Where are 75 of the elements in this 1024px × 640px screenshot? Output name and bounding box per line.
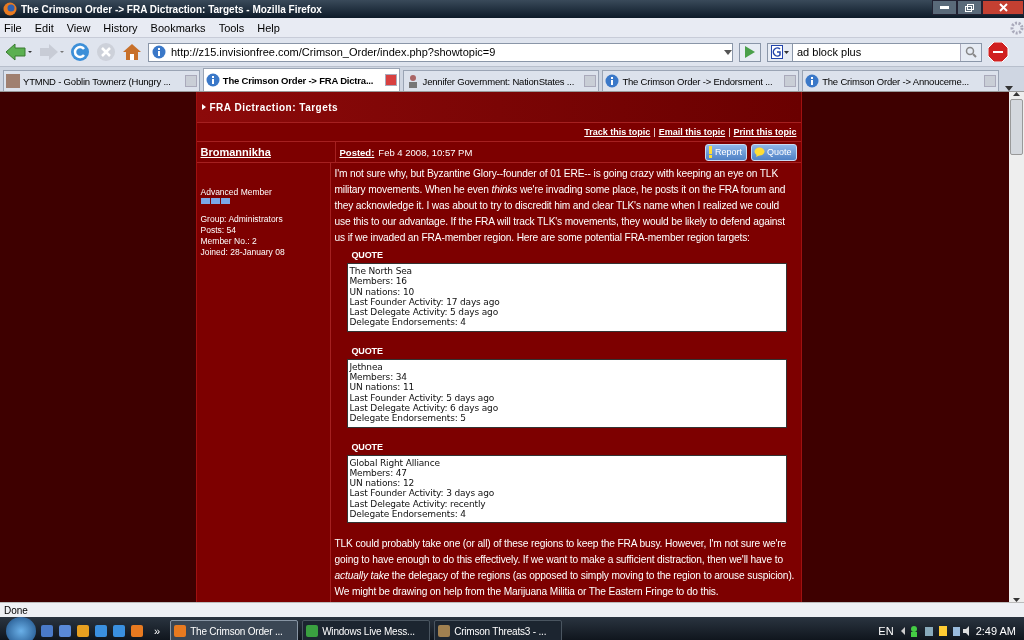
dropdown-icon — [724, 49, 732, 55]
rank-pips-icon — [200, 198, 231, 204]
throbber-icon — [1010, 20, 1024, 35]
back-icon — [4, 42, 32, 62]
search-field[interactable]: ad block plus — [767, 42, 982, 62]
address-field[interactable]: http://z15.invisionfree.com/Crimson_Order/index.php?showtopic=9 — [148, 42, 733, 62]
exclamation-icon — [707, 146, 713, 158]
browser-tab[interactable]: Jennifer Government: NationStates ... — [402, 70, 600, 91]
dropdown-icon — [784, 50, 789, 54]
menu-item[interactable]: Tools — [218, 21, 245, 34]
browser-tab[interactable]: YTMND - Goblin Townerz (Hungry ... — [3, 70, 200, 91]
language-indicator[interactable]: EN — [878, 625, 894, 637]
member-detail: Joined: 28-January 08 — [200, 247, 286, 257]
info-icon — [605, 74, 620, 88]
info-icon — [152, 45, 166, 59]
restore-button[interactable] — [957, 0, 982, 15]
post-paragraph: I'm not sure why, but Byzantine Glory--founder of 01 ERE-- is going crazy with keeping an eye on TLK military movements. When he even thinks we're invading some place, he posts it on the FRA forum and they acknowledge it. I was about to try to discredit him and clear TLK's name when I realized we could use this to our advantage. If the FRA will track TLK's movements, they would be likely to defend against us if we invaded an FRA-member region. Here are some potential FRA-member region targets: — [334, 167, 787, 245]
quote-box: The North Sea Members: 16 UN nations: 10 Last Founder Activity: 17 days ago Last Delegate Activity: 5 days ago Delegate Endorsements: 4 — [346, 263, 787, 332]
post-date: Feb 4 2008, 10:57 PM — [378, 146, 473, 158]
play-icon — [745, 46, 755, 58]
window-title: The Crimson Order -> FRA Dictraction: Targets - Mozilla Firefox — [21, 3, 323, 15]
topic-link[interactable]: Print this topic — [733, 127, 797, 137]
minimize-icon — [940, 6, 949, 9]
photo-placeholder — [6, 74, 20, 88]
info-icon — [805, 74, 820, 88]
reload-icon — [70, 42, 90, 62]
author-link[interactable]: Bromannikha — [200, 146, 271, 158]
post-paragraph: TLK could probably take one (or all) of these regions to keep the FRA busy. However, I'm not sure we're going to have enough to do this effectively. If we want to make a sufficient distraction, then we'll have to actually take the delegacy of the regions (as opposed to simply moving to the region to arouse suspicion). We might be drawing on help from the Marijuana Militia or The Eastern Fringe to do this. — [334, 537, 796, 600]
close-button[interactable] — [982, 0, 1024, 15]
overflow-chevron[interactable]: » — [154, 625, 161, 637]
scroll-thumb[interactable] — [1010, 99, 1023, 155]
close-icon — [998, 3, 1008, 12]
bullet-icon — [201, 104, 206, 110]
scrollbar[interactable] — [1009, 92, 1024, 602]
stop-sign-icon — [988, 42, 1010, 62]
menu-item[interactable]: Edit — [34, 21, 54, 34]
taskbar-button[interactable]: The Crimson Order ... — [170, 620, 299, 640]
status-text: Done — [4, 604, 28, 616]
topic-link[interactable]: Email this topic — [658, 127, 726, 137]
browser-tab[interactable]: The Crimson Order -> Annouceme... — [802, 70, 999, 91]
browser-tab[interactable]: The Crimson Order -> Endorsment ... — [602, 70, 800, 91]
menu-item[interactable]: Help — [257, 21, 280, 34]
stop-icon — [96, 42, 116, 62]
minimize-button[interactable] — [932, 0, 957, 15]
member-detail: Member No.: 2 — [200, 236, 258, 246]
topic-link[interactable]: Track this topic — [584, 127, 651, 137]
menu-item[interactable]: View — [66, 21, 91, 34]
quote-box: Global Right Alliance Members: 47 UN nations: 12 Last Founder Activity: 3 days ago Last Delegate Activity: recently Delegate Endorsements: 4 — [346, 454, 787, 524]
menu-item[interactable]: History — [103, 21, 138, 34]
speech-bubble-icon — [753, 147, 765, 157]
forward-icon — [38, 42, 64, 62]
quote-box: Jethnea Members: 34 UN nations: 11 Last Founder Activity: 5 days ago Last Delegate Activity: 6 days ago Delegate Endorsements: 5 — [346, 358, 787, 428]
quote-label: QUOTE — [351, 344, 384, 357]
member-detail: Group: Administrators — [200, 214, 284, 224]
search-engine-icon — [771, 45, 783, 59]
search-icon — [965, 46, 977, 58]
link-separator: | — [653, 127, 656, 137]
member-rank: Advanced Member — [200, 187, 273, 197]
start-button[interactable] — [6, 617, 36, 640]
menu-item[interactable]: Bookmarks — [150, 21, 206, 34]
quote-label: QUOTE — [351, 440, 384, 453]
posted-label: Posted: — [339, 146, 375, 158]
info-icon — [205, 73, 220, 87]
menu-item[interactable]: File — [4, 21, 22, 34]
link-separator: | — [728, 127, 731, 137]
go-button[interactable] — [739, 42, 761, 62]
clock: 2:49 AM — [975, 625, 1016, 637]
restore-icon — [965, 3, 974, 12]
taskbar-button[interactable]: Crimson Threats3 - ... — [434, 620, 563, 640]
home-icon — [122, 42, 142, 62]
taskbar-button[interactable]: Windows Live Mess... — [302, 620, 431, 640]
member-detail: Posts: 54 — [200, 225, 237, 235]
quote-label: QUOTE — [351, 249, 384, 261]
topic-title: FRA Dictraction: Targets — [209, 101, 339, 113]
browser-tab[interactable]: The Crimson Order -> FRA Dictra... — [202, 68, 400, 91]
